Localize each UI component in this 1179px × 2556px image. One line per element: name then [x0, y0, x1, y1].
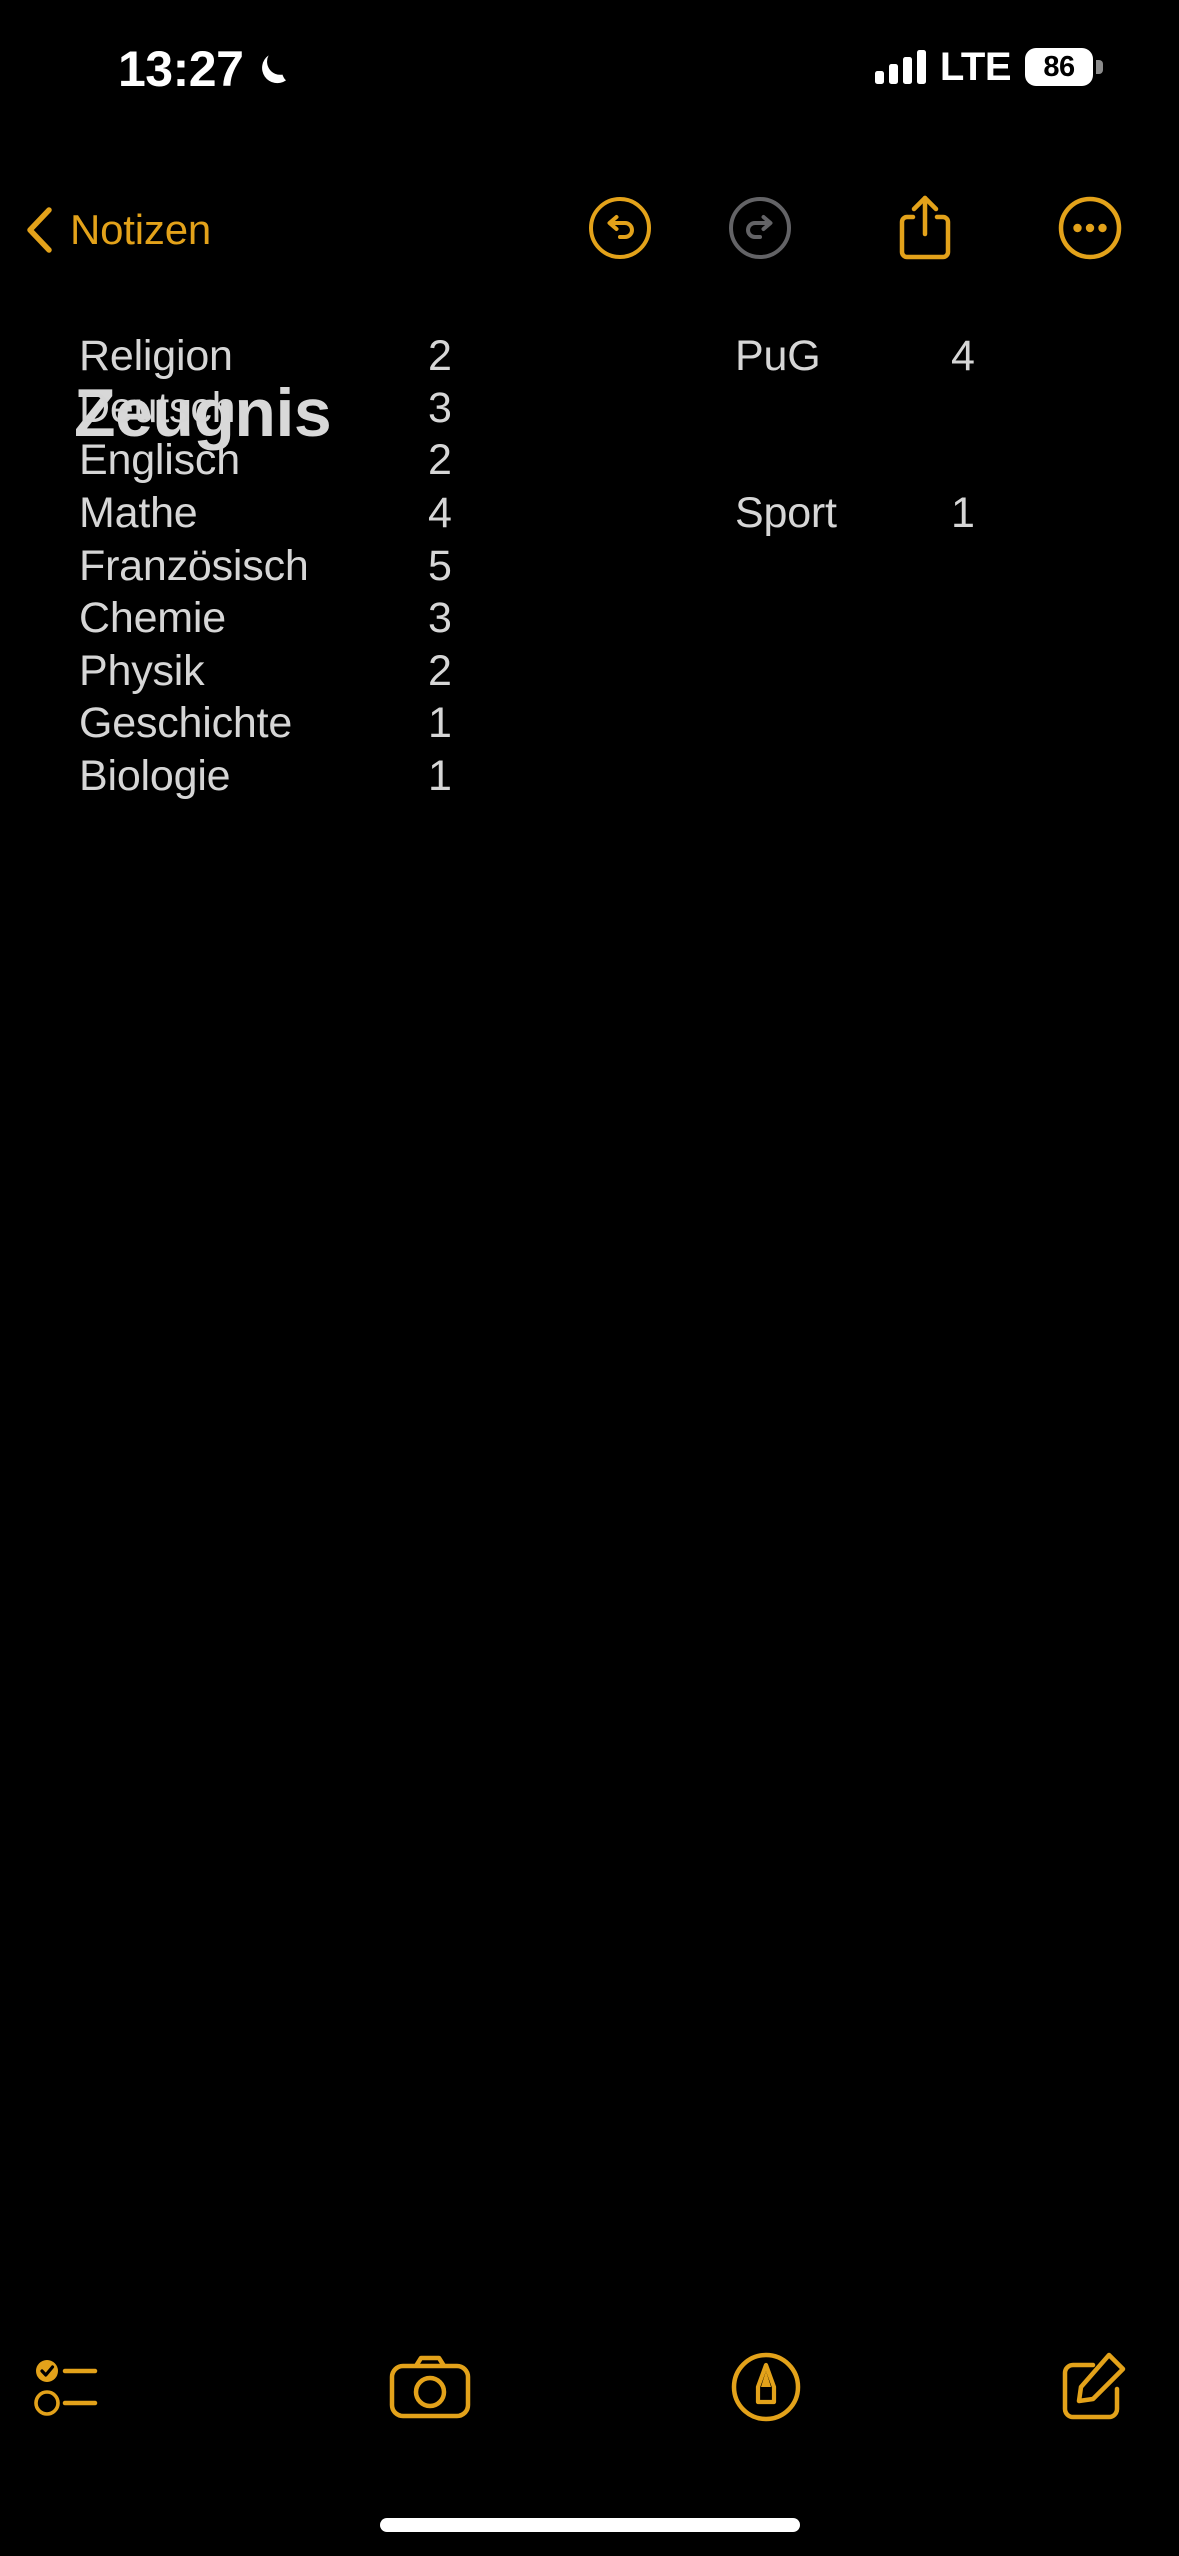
share-icon [892, 192, 958, 269]
redo-button[interactable] [722, 192, 798, 268]
checklist-button[interactable] [17, 2339, 127, 2439]
checklist-icon [33, 2356, 111, 2423]
camera-icon [388, 2354, 472, 2425]
subject-label: PuG [735, 332, 821, 380]
compose-button[interactable] [1040, 2339, 1150, 2439]
battery-icon: 86 [1025, 48, 1103, 86]
home-indicator[interactable] [379, 2518, 800, 2532]
grade-value: 2 [428, 647, 452, 695]
status-bar-right: LTE 86 [874, 45, 1103, 89]
navigation-bar: Notizen [0, 185, 1179, 275]
grade-value: 1 [428, 752, 452, 800]
table-row: Chemie 3 [0, 592, 1179, 644]
grade-value: 1 [951, 489, 975, 537]
undo-button[interactable] [582, 192, 658, 268]
subject-label: Geschichte [79, 699, 293, 747]
compose-icon [1057, 2349, 1133, 2430]
grade-value: 4 [951, 332, 975, 380]
crescent-moon-icon [255, 50, 293, 88]
table-row: Sport 1 [0, 487, 1179, 539]
table-row: Biologie 1 [0, 750, 1179, 802]
subject-label: Sport [735, 489, 837, 537]
status-bar: 13:27 LTE 86 [0, 0, 1179, 140]
table-row: Physik 2 [0, 645, 1179, 697]
share-button[interactable] [887, 192, 963, 268]
redo-circle-icon [727, 195, 793, 266]
grade-value: 3 [428, 384, 452, 432]
markup-button[interactable] [711, 2339, 821, 2439]
subject-label: Deutsch [79, 384, 236, 432]
table-row: PuG 4 [0, 330, 1179, 382]
grade-value: 1 [428, 699, 452, 747]
navigation-actions [0, 185, 1179, 275]
markup-pen-circle-icon [729, 2350, 803, 2429]
undo-circle-icon [587, 195, 653, 266]
subject-label: Physik [79, 647, 205, 695]
subject-label: Englisch [79, 436, 240, 484]
bottom-toolbar [0, 2334, 1179, 2444]
table-row: Deutsch 3 [0, 382, 1179, 434]
subject-label: Französisch [79, 542, 309, 590]
grade-value: 3 [428, 594, 452, 642]
subject-label: Chemie [79, 594, 226, 642]
camera-button[interactable] [375, 2339, 485, 2439]
status-bar-time: 13:27 [118, 41, 244, 97]
subject-label: Biologie [79, 752, 231, 800]
grade-value: 2 [428, 436, 452, 484]
table-row: Französisch 5 [0, 540, 1179, 592]
table-row: Englisch 2 [0, 434, 1179, 486]
carrier-label: LTE [939, 45, 1012, 89]
more-button[interactable] [1052, 192, 1128, 268]
table-row: Geschichte 1 [0, 697, 1179, 749]
grade-value: 5 [428, 542, 452, 590]
battery-level-text: 86 [1043, 50, 1075, 83]
cellular-signal-bars-icon [874, 50, 926, 84]
status-bar-left: 13:27 [118, 44, 293, 94]
ellipsis-circle-icon [1057, 195, 1123, 266]
